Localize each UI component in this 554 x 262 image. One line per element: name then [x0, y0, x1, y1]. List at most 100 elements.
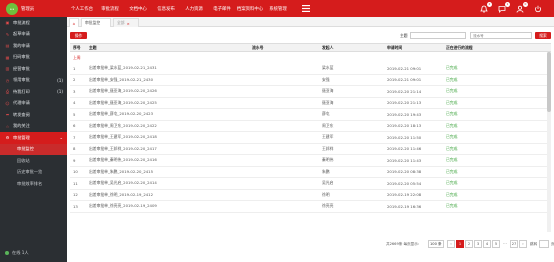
power-icon[interactable] [534, 5, 542, 13]
scrollbar-thumb[interactable] [547, 52, 551, 112]
sidebar-item-label: 待我打印 [13, 88, 30, 94]
total-count-text: 共2669条 每页显示： [386, 242, 422, 246]
flow-number-input[interactable] [470, 32, 532, 39]
row-subject[interactable]: 出差审批单_安强_2019-02-21_2430 [89, 75, 247, 86]
page-button-last[interactable]: 27 [510, 240, 518, 248]
top-nav-approval[interactable]: 审批流程 [96, 0, 124, 17]
close-icon[interactable]: × [127, 21, 130, 26]
row-subject[interactable]: 出差审批单_王邦祥_2019-02-20_2417 [89, 144, 247, 155]
search-button[interactable]: 搜索 [535, 32, 551, 39]
sidebar-item-approval-manage[interactable]: ⚙ 审批管理 ⌄ [0, 132, 67, 144]
sidebar-item-follow[interactable]: ☆ 我的关注 [0, 121, 67, 133]
page-button-3[interactable]: 3 [474, 240, 482, 248]
user-icon[interactable]: 0 [516, 1, 528, 13]
page-button-2[interactable]: 2 [465, 240, 473, 248]
row-subject[interactable]: 出差审批单_薛屯_2019-02-20_2423 [89, 109, 247, 120]
top-nav-archive[interactable]: 档案资料中心 [236, 0, 264, 17]
row-subject[interactable]: 出差审批单_梁水蓝_2019-02-21_2431 [89, 63, 247, 74]
table-row[interactable]: 5 出差审批单_薛屯_2019-02-20_2423 薛屯 2019-02-20 19… [70, 109, 551, 121]
sidebar-sub-monitor[interactable]: 审批监控 [0, 143, 67, 155]
row-status: 已完成 [446, 76, 458, 82]
row-subject[interactable]: 出差审批单_王建军_2019-02-20_2418 [89, 132, 247, 143]
row-initiator: 薛屯 [322, 111, 330, 117]
row-subject[interactable]: 出差审批单_朱鹏_2019-02-20_2415 [89, 167, 247, 178]
sidebar-sub-recycle[interactable]: 回收站 [0, 155, 67, 167]
row-subject[interactable]: 出差审批单_聂亚海_2019-02-20_2425 [89, 98, 247, 109]
sidebar-item-my-requests[interactable]: ▤ 我的申请 [0, 40, 67, 52]
top-nav-system[interactable]: 系统管理 [264, 0, 292, 17]
table-row[interactable]: 4 出差审批单_聂亚海_2019-02-20_2425 聂亚海 2019-02-20 … [70, 98, 551, 109]
row-subject[interactable]: 出差审批单_吴光启_2019-02-20_2414 [89, 178, 247, 189]
top-nav-hr[interactable]: 人力资源 [180, 0, 208, 17]
sidebar-item-scan[interactable]: ▦ 扫码审批 [0, 52, 67, 64]
sidebar-item-proxy[interactable]: ☺ 代理申请 [0, 98, 67, 110]
next-page-button[interactable]: › [519, 240, 527, 248]
row-status: 已完成 [446, 180, 458, 186]
tab-all[interactable]: 全部 × [113, 18, 139, 27]
tab-monitor[interactable]: 审批监控 [81, 18, 111, 27]
row-apply-time: 2019-02-19 16:36 [387, 203, 422, 209]
table-row[interactable]: 11 出差审批单_吴光启_2019-02-20_2414 吴光启 2019-02-20… [70, 178, 551, 190]
page-button-5[interactable]: 5 [492, 240, 500, 248]
sidebar-sub-history[interactable]: 历史审批一览 [0, 167, 67, 179]
prev-page-button[interactable]: ‹ [447, 240, 455, 248]
top-nav-workbench[interactable]: 个人工作台 [68, 0, 96, 17]
bell-badge: 2 [487, 1, 492, 7]
table-row[interactable]: 12 出差审批单_徐明_2019-02-19_2412 徐明 2019-02-19 2… [70, 190, 551, 201]
table-row[interactable]: 13 出差审批单_徐亮亮_2019-02-19_2409 徐亮亮 2019-02-19… [70, 201, 551, 213]
row-subject[interactable]: 出差审批单_聂亚海_2019-02-20_2426 [89, 86, 247, 97]
row-apply-time: 2019-02-21 09:01 [387, 77, 422, 83]
table-row[interactable]: 6 出差审批单_周卫东_2019-02-20_2422 周卫东 2019-02-20 … [70, 121, 551, 132]
chat-icon[interactable]: 1 [498, 1, 510, 13]
sidebar-item-approval-flow[interactable]: ▣ 审批流程 [0, 17, 67, 29]
operation-button[interactable]: 操作 [70, 32, 87, 39]
briefcase-icon: ▥ [5, 66, 10, 72]
table-row[interactable]: 9 出差审批单_秦明伟_2019-02-20_2416 秦明伟 2019-02-20 … [70, 155, 551, 167]
top-nav-publish[interactable]: 信息发布 [152, 0, 180, 17]
row-no: 13 [73, 203, 78, 209]
sidebar-sub-efficiency[interactable]: 审批效率排名 [0, 178, 67, 190]
table-row[interactable]: 8 出差审批单_王邦祥_2019-02-20_2417 王邦祥 2019-02-20 … [70, 144, 551, 155]
sidebar-item-draft[interactable]: ✎ 起草申请 [0, 29, 67, 41]
table-row[interactable]: 7 出差审批单_王建军_2019-02-20_2418 王建军 2019-02-20 … [70, 132, 551, 144]
share-icon: ➦ [5, 112, 10, 118]
table-row[interactable]: 10 出差审批单_朱鹏_2019-02-20_2415 朱鹏 2019-02-20 0… [70, 167, 551, 178]
page-size-select[interactable]: 100 条 [428, 240, 444, 248]
col-apply-time[interactable]: 申请时间 [387, 44, 437, 51]
row-apply-time: 2019-02-20 11:50 [387, 134, 422, 140]
top-nav-email[interactable]: 电子邮件 [208, 0, 236, 17]
row-apply-time: 2019-02-20 11:43 [387, 157, 422, 163]
sidebar-item-pending[interactable]: ◷ 领用审批 (1) [0, 75, 67, 87]
col-flow-number[interactable]: 流水号 [252, 44, 285, 51]
row-subject[interactable]: 出差审批单_周卫东_2019-02-20_2422 [89, 121, 247, 132]
sidebar-item-print[interactable]: ⎙ 待我打印 (1) [0, 86, 67, 98]
row-initiator: 徐亮亮 [322, 203, 334, 209]
home-icon[interactable]: ⌂ [69, 18, 79, 27]
row-status: 已完成 [446, 157, 458, 163]
sidebar-item-label: 转发查阅 [13, 111, 30, 117]
row-subject[interactable]: 出差审批单_秦明伟_2019-02-20_2416 [89, 155, 247, 166]
sidebar-item-forward[interactable]: ➦ 转发查阅 [0, 109, 67, 121]
goto-label: 跳转 [530, 242, 538, 246]
col-subject[interactable]: 主题 [89, 44, 247, 51]
top-nav-documents[interactable]: 文档中心 [124, 0, 152, 17]
table-row[interactable]: 3 出差审批单_聂亚海_2019-02-20_2426 聂亚海 2019-02-20 … [70, 86, 551, 98]
page-button-4[interactable]: 4 [483, 240, 491, 248]
col-current-flow[interactable]: 正在进行的流程 [446, 44, 501, 51]
row-apply-time: 2019-02-20 08:38 [387, 169, 422, 175]
col-no[interactable]: 序号 [73, 44, 87, 51]
qrcode-icon: ▦ [5, 54, 10, 60]
subject-input[interactable] [410, 32, 466, 39]
table-row[interactable]: 2 出差审批单_安强_2019-02-21_2430 安强 2019-02-21 09… [70, 75, 551, 86]
col-initiator[interactable]: 发起人 [322, 44, 352, 51]
vertical-scrollbar[interactable] [547, 52, 551, 232]
row-subject[interactable]: 出差审批单_徐明_2019-02-19_2412 [89, 190, 247, 201]
row-subject[interactable]: 出差审批单_徐亮亮_2019-02-19_2409 [89, 201, 247, 212]
sidebar-item-business[interactable]: ▥ 经营审批 [0, 63, 67, 75]
sidebar-item-label: 领用审批 [13, 77, 30, 83]
bell-icon[interactable]: 2 [480, 1, 492, 13]
table-row[interactable]: 1 出差审批单_梁水蓝_2019-02-21_2431 梁水蓝 2019-02-21 … [70, 63, 551, 75]
menu-icon[interactable] [292, 0, 320, 17]
page-button-1[interactable]: 1 [456, 240, 464, 248]
goto-page-input[interactable] [539, 240, 549, 248]
